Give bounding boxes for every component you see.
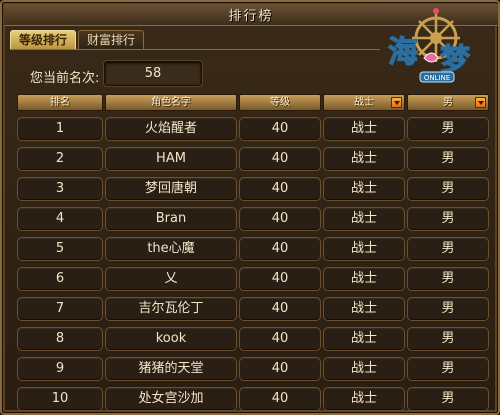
header-name[interactable]: 角色名字	[105, 94, 237, 111]
tab-divider	[10, 49, 380, 50]
gender-cell: 男	[407, 117, 489, 141]
level-cell: 40	[239, 297, 321, 321]
gender-cell: 男	[407, 147, 489, 171]
level-cell: 40	[239, 147, 321, 171]
level-cell: 40	[239, 357, 321, 381]
current-rank-label: 您当前名次:	[30, 71, 100, 86]
header-rank[interactable]: 排名	[17, 94, 103, 111]
level-cell: 40	[239, 237, 321, 261]
tab-level-ranking[interactable]: 等级排行	[10, 30, 77, 50]
rank-cell: 1	[17, 117, 103, 141]
name-cell: 猪猪的天堂	[105, 357, 237, 381]
table-row[interactable]: 7 吉尔瓦伦丁 40 战士 男	[2, 297, 500, 321]
table-row[interactable]: 5 the心魔 40 战士 男	[2, 237, 500, 261]
name-cell: HAM	[105, 147, 237, 171]
gender-cell: 男	[407, 327, 489, 351]
name-cell: 乂	[105, 267, 237, 291]
gender-filter-dropdown[interactable]: 男	[407, 94, 489, 111]
gender-cell: 男	[407, 177, 489, 201]
table-row[interactable]: 6 乂 40 战士 男	[2, 267, 500, 291]
level-cell: 40	[239, 117, 321, 141]
class-cell: 战士	[323, 117, 405, 141]
rank-cell: 2	[17, 147, 103, 171]
table-row[interactable]: 1 火焰醒者 40 战士 男	[2, 117, 500, 141]
table-row[interactable]: 9 猪猪的天堂 40 战士 男	[2, 357, 500, 381]
class-cell: 战士	[323, 357, 405, 381]
name-cell: 梦回唐朝	[105, 177, 237, 201]
gender-cell: 男	[407, 357, 489, 381]
class-cell: 战士	[323, 327, 405, 351]
dropdown-arrow-icon[interactable]	[391, 97, 402, 108]
table-row[interactable]: 4 Bran 40 战士 男	[2, 207, 500, 231]
name-cell: 火焰醒者	[105, 117, 237, 141]
class-cell: 战士	[323, 387, 405, 411]
current-rank-value: 58	[104, 61, 202, 86]
table-header: 排名 角色名字 等级 战士 男	[2, 94, 500, 111]
ranking-window: 排行榜 海 梦 ONLINE 等级排行 财富排行 您当前名次: 58 排名 角色…	[0, 0, 500, 415]
rank-cell: 4	[17, 207, 103, 231]
class-cell: 战士	[323, 207, 405, 231]
gender-cell: 男	[407, 297, 489, 321]
gender-cell: 男	[407, 267, 489, 291]
table-row[interactable]: 2 HAM 40 战士 男	[2, 147, 500, 171]
rank-cell: 9	[17, 357, 103, 381]
name-cell: Bran	[105, 207, 237, 231]
level-cell: 40	[239, 327, 321, 351]
table-row[interactable]: 3 梦回唐朝 40 战士 男	[2, 177, 500, 201]
class-cell: 战士	[323, 267, 405, 291]
class-cell: 战士	[323, 177, 405, 201]
rank-cell: 3	[17, 177, 103, 201]
level-cell: 40	[239, 177, 321, 201]
gender-cell: 男	[407, 207, 489, 231]
level-cell: 40	[239, 387, 321, 411]
name-cell: the心魔	[105, 237, 237, 261]
rank-cell: 6	[17, 267, 103, 291]
header-level[interactable]: 等级	[239, 94, 321, 111]
rank-cell: 7	[17, 297, 103, 321]
table-row[interactable]: 10 处女宫沙加 40 战士 男	[2, 387, 500, 411]
class-filter-label: 战士	[354, 97, 374, 108]
svg-text:ONLINE: ONLINE	[424, 74, 450, 82]
name-cell: 处女宫沙加	[105, 387, 237, 411]
gender-filter-label: 男	[443, 97, 453, 108]
gender-cell: 男	[407, 387, 489, 411]
level-cell: 40	[239, 267, 321, 291]
name-cell: 吉尔瓦伦丁	[105, 297, 237, 321]
window-title: 排行榜	[228, 9, 274, 24]
rank-cell: 10	[17, 387, 103, 411]
ranking-tabs: 等级排行 财富排行	[10, 30, 145, 50]
name-cell: kook	[105, 327, 237, 351]
svg-text:海: 海	[388, 35, 418, 70]
table-row[interactable]: 8 kook 40 战士 男	[2, 327, 500, 351]
class-cell: 战士	[323, 237, 405, 261]
game-logo: 海 梦 ONLINE	[387, 8, 471, 83]
tab-wealth-ranking[interactable]: 财富排行	[78, 30, 145, 50]
rank-cell: 8	[17, 327, 103, 351]
dropdown-arrow-icon[interactable]	[475, 97, 486, 108]
class-cell: 战士	[323, 147, 405, 171]
rank-cell: 5	[17, 237, 103, 261]
class-filter-dropdown[interactable]: 战士	[323, 94, 405, 111]
level-cell: 40	[239, 207, 321, 231]
gender-cell: 男	[407, 237, 489, 261]
class-cell: 战士	[323, 297, 405, 321]
